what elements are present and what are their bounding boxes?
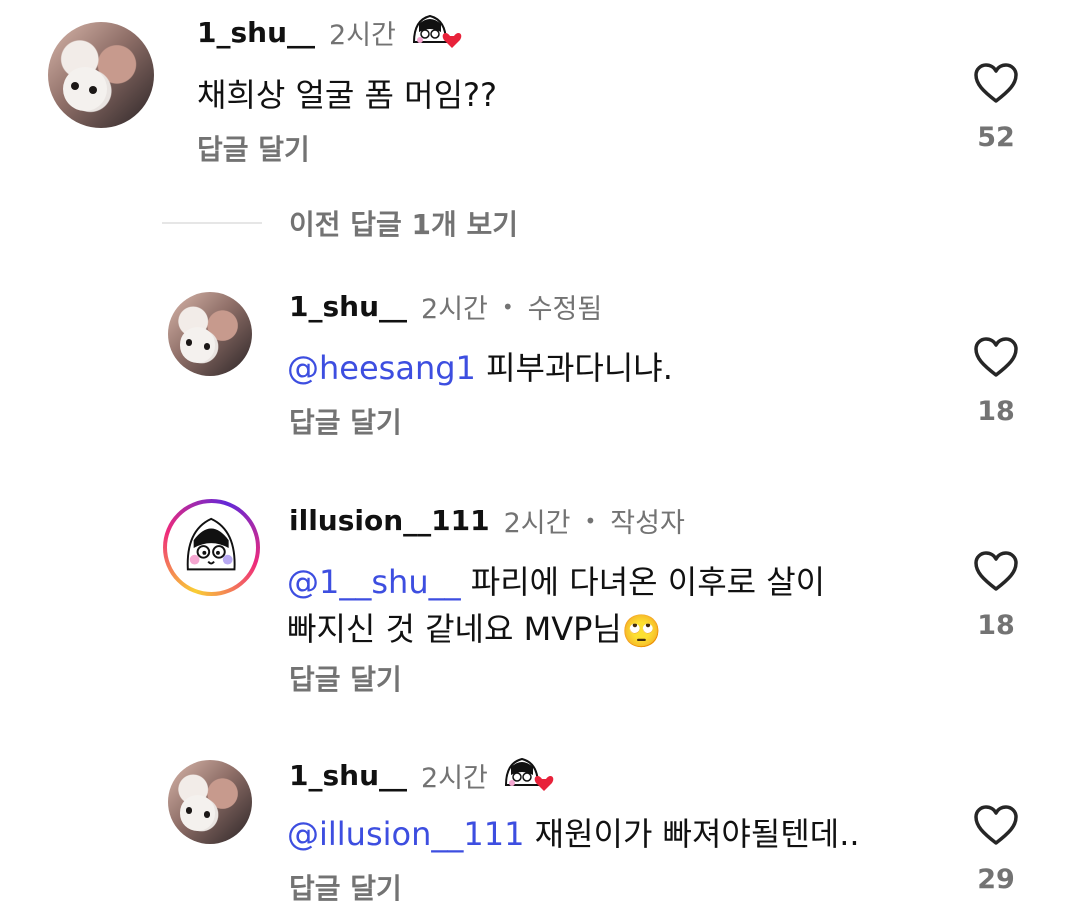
username[interactable]: 1_shu__ xyxy=(289,290,407,323)
reply-button[interactable]: 답글 달기 xyxy=(289,867,402,907)
avatar-photo xyxy=(179,795,216,831)
avatar[interactable] xyxy=(168,292,252,376)
separator: • xyxy=(501,294,514,319)
reply-button[interactable]: 답글 달기 xyxy=(197,128,310,168)
like-count: 52 xyxy=(977,122,1015,153)
reply-text: @heesang1 피부과다니냐. xyxy=(287,341,673,395)
onigiri-heart-sticker-icon xyxy=(410,12,462,52)
reply-header: 1_shu__ 2시간 xyxy=(289,755,554,795)
reply-body: 재원이가 빠져야될텐데.. xyxy=(524,815,860,853)
heart-icon[interactable] xyxy=(973,62,1019,104)
reply-text-line2: 빠지신 것 같네요 MVP님🙄 xyxy=(287,602,662,658)
timestamp: 2시간 xyxy=(421,762,488,794)
like-count: 29 xyxy=(977,864,1015,895)
separator: • xyxy=(584,508,597,533)
like-button[interactable]: 18 xyxy=(971,550,1021,641)
timestamp: 2시간 xyxy=(421,294,488,325)
avatar-photo xyxy=(62,66,108,112)
username[interactable]: 1_shu__ xyxy=(289,759,407,792)
view-previous-replies-button[interactable]: 이전 답글 1개 보기 xyxy=(289,203,518,243)
heart-icon[interactable] xyxy=(973,336,1019,378)
comment-header: 1_shu__ 2시간 xyxy=(197,12,462,52)
reply-body-line1: 파리에 다녀온 이후로 살이 xyxy=(460,563,826,601)
timestamp: 2시간 xyxy=(329,19,396,51)
mention-link[interactable]: @heesang1 xyxy=(287,349,476,387)
avatar[interactable] xyxy=(48,22,154,128)
reply-header: 1_shu__ 2시간 • 수정됨 xyxy=(289,287,602,326)
reply-header: illusion__111 2시간 • 작성자 xyxy=(289,501,685,540)
mention-link[interactable]: @1__shu__ xyxy=(287,563,461,601)
edited-label: 수정됨 xyxy=(527,294,603,325)
reply-text: @1__shu__ 파리에 다녀온 이후로 살이 xyxy=(287,555,825,609)
reply-text: @illusion__111 재원이가 빠져야될텐데.. xyxy=(287,807,860,861)
heart-icon[interactable] xyxy=(973,550,1019,592)
reply-button[interactable]: 답글 달기 xyxy=(289,401,402,441)
like-button[interactable]: 29 xyxy=(971,804,1021,895)
avatar-photo xyxy=(179,327,216,363)
like-count: 18 xyxy=(977,396,1015,427)
replies-divider xyxy=(162,222,262,224)
comment-item: 1_shu__ 2시간 채희상 얼굴 폼 머임?? 답글 달기 52 xyxy=(0,0,1080,190)
avatar[interactable] xyxy=(168,760,252,844)
reply-item: illusion__111 2시간 • 작성자 @1__shu__ 파리에 다녀… xyxy=(0,484,1080,704)
onigiri-character-icon xyxy=(187,518,236,571)
reply-body: 피부과다니냐. xyxy=(475,349,673,387)
timestamp: 2시간 xyxy=(503,508,571,539)
heart-icon[interactable] xyxy=(973,804,1019,846)
like-count: 18 xyxy=(977,610,1015,641)
mention-link[interactable]: @illusion__111 xyxy=(287,815,524,853)
eye-roll-emoji-icon: 🙄 xyxy=(621,612,662,650)
onigiri-heart-sticker-icon xyxy=(502,755,554,795)
like-button[interactable]: 52 xyxy=(971,62,1021,153)
reply-body-line2: 빠지신 것 같네요 MVP님 xyxy=(287,610,622,648)
username[interactable]: 1_shu__ xyxy=(197,16,315,49)
like-button[interactable]: 18 xyxy=(971,336,1021,427)
comment-text: 채희상 얼굴 폼 머임?? xyxy=(197,76,498,114)
reply-item: 1_shu__ 2시간 • 수정됨 @heesang1 피부과다니냐. 답글 달… xyxy=(0,270,1080,460)
avatar-story-ring[interactable] xyxy=(163,499,260,596)
reply-item: 1_shu__ 2시간 @illusion__111 재원이가 빠져야될텐데..… xyxy=(0,740,1080,921)
username[interactable]: illusion__111 xyxy=(289,504,490,537)
author-label: 작성자 xyxy=(610,508,685,539)
reply-button[interactable]: 답글 달기 xyxy=(289,658,402,698)
avatar xyxy=(167,503,256,592)
